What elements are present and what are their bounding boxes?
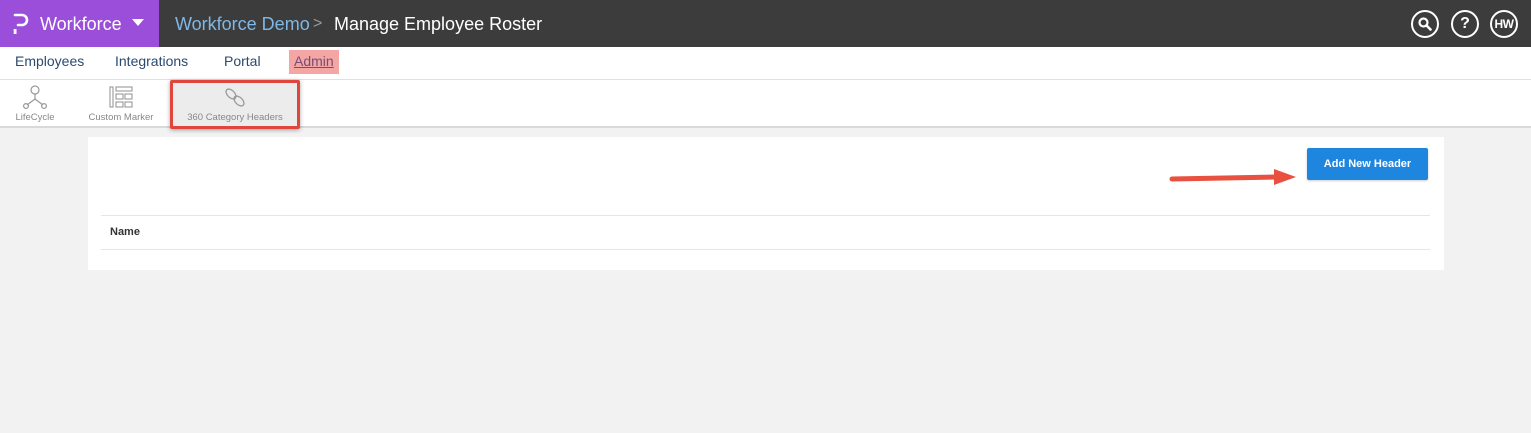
toolbar-360-category-headers-label: 360 Category Headers (187, 112, 283, 123)
headers-table-header: Name (101, 215, 1430, 250)
toolbar-lifecycle-label: LifeCycle (15, 112, 55, 123)
nav-employees[interactable]: Employees (15, 47, 84, 80)
help-icon: ? (1460, 15, 1470, 32)
toolbar-lifecycle[interactable]: LifeCycle (12, 80, 58, 126)
nav-portal[interactable]: Portal (224, 47, 261, 80)
main-nav: Employees Integrations Portal Admin (0, 47, 1531, 80)
search-button[interactable] (1411, 10, 1439, 38)
app-name: Workforce (40, 14, 122, 34)
help-button[interactable]: ? (1451, 10, 1479, 38)
link-icon (225, 88, 245, 107)
toolbar-custom-marker-label: Custom Marker (88, 112, 154, 123)
custom-marker-icon (109, 86, 133, 108)
annotation-arrow-icon (1169, 169, 1296, 185)
page-title: Manage Employee Roster (334, 14, 543, 34)
add-new-header-button[interactable]: Add New Header (1307, 148, 1428, 180)
toolbar-custom-marker[interactable]: Custom Marker (84, 80, 158, 126)
brand-logo-icon (13, 13, 29, 34)
top-bar: Workforce Workforce Demo > Manage Employ… (0, 0, 1531, 47)
caret-down-icon (132, 19, 144, 26)
admin-toolbar: LifeCycle Custom Marker 360 Category Hea… (0, 80, 1531, 129)
nav-integrations[interactable]: Integrations (115, 47, 188, 80)
breadcrumb-org-link[interactable]: Workforce Demo (175, 13, 310, 35)
user-avatar-button[interactable]: HW (1490, 10, 1518, 38)
search-icon (1418, 17, 1432, 31)
toolbar-360-category-headers[interactable]: 360 Category Headers (170, 80, 300, 129)
user-initials: HW (1494, 17, 1515, 31)
breadcrumb-separator-icon: > (313, 15, 323, 32)
headers-card: Add New Header Name (88, 137, 1444, 270)
column-header-name[interactable]: Name (110, 226, 140, 238)
app-switcher[interactable]: Workforce (0, 0, 159, 47)
nav-admin[interactable]: Admin (289, 50, 339, 74)
lifecycle-icon (22, 85, 48, 110)
